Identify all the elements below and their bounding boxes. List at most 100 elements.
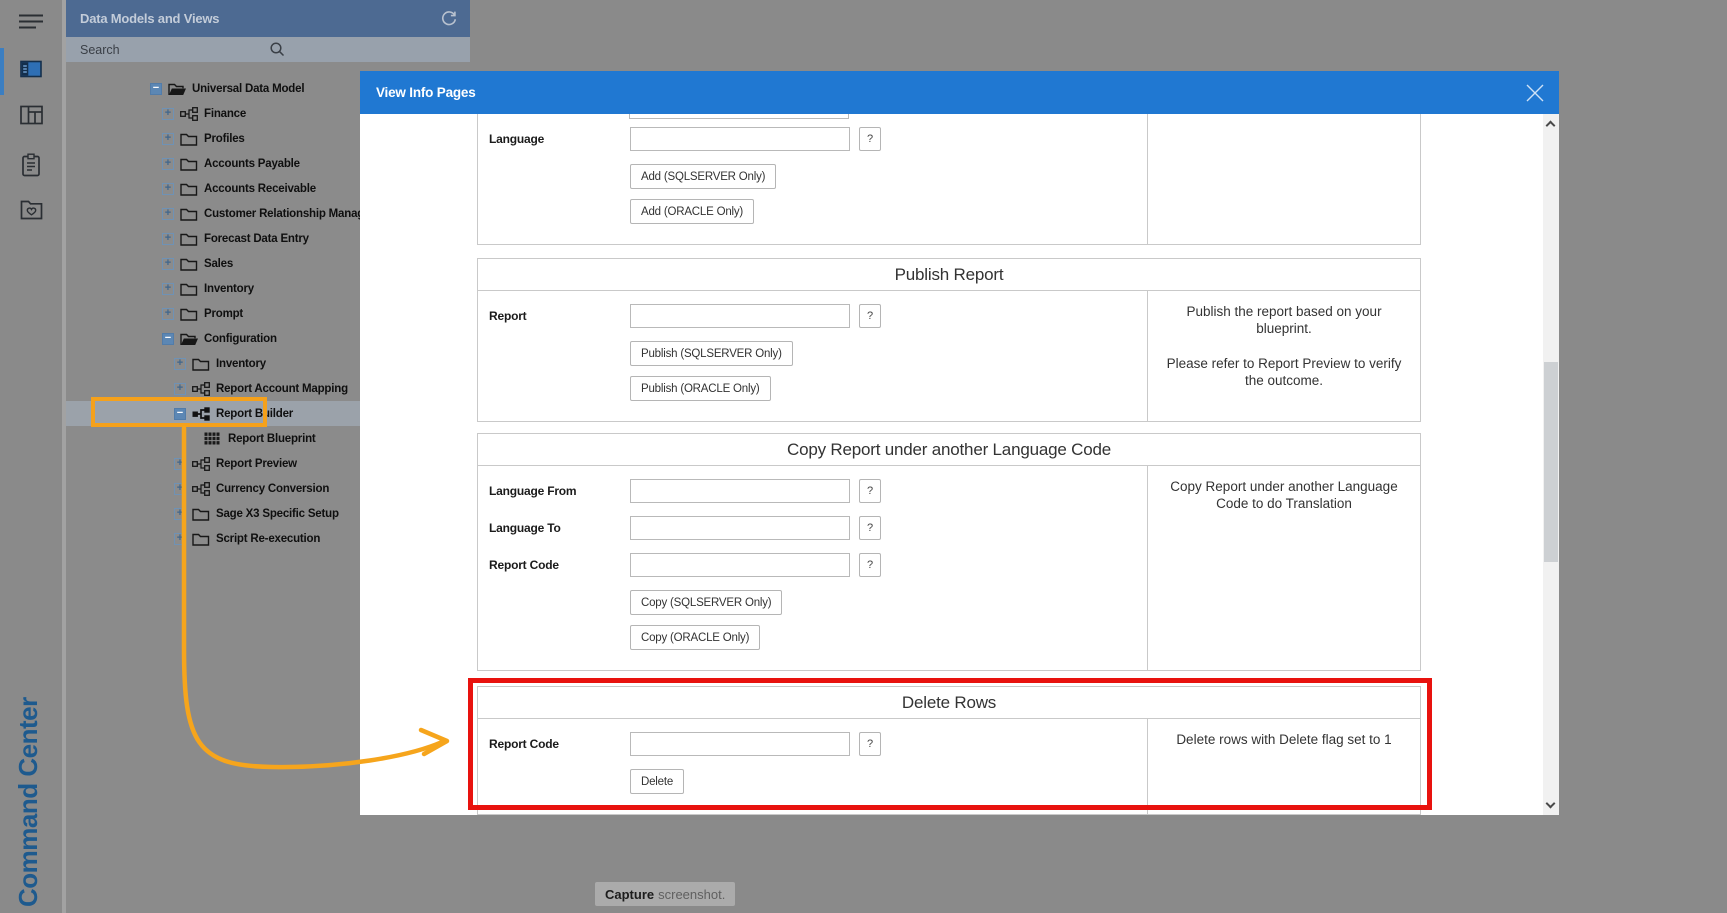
share-icon: [192, 457, 211, 471]
tree-item-label: Sales: [204, 258, 233, 270]
form-row: Report Code?: [489, 553, 1147, 577]
expand-toggle-icon[interactable]: +: [174, 358, 186, 370]
modal-title: View Info Pages: [376, 85, 1523, 100]
search-input[interactable]: Search: [66, 37, 470, 62]
help-button[interactable]: ?: [859, 553, 881, 577]
folder-icon: [192, 507, 211, 521]
folder-icon: [180, 132, 199, 146]
menu-icon[interactable]: [0, 12, 62, 32]
help-button[interactable]: ?: [859, 479, 881, 503]
icon-sidebar: Command Center: [0, 0, 66, 913]
report-code-input[interactable]: [630, 553, 850, 577]
expand-toggle-icon[interactable]: +: [162, 158, 174, 170]
tree-item-label: Accounts Receivable: [204, 183, 316, 195]
tree-item-label: Report Account Mapping: [216, 383, 348, 395]
collapse-toggle-icon[interactable]: −: [162, 333, 174, 345]
annotation-highlight-delete-rows: [468, 678, 1432, 810]
add-oracle-only-button[interactable]: Add (ORACLE Only): [630, 199, 754, 224]
expand-toggle-icon[interactable]: +: [174, 533, 186, 545]
modal-scrollbar[interactable]: [1543, 114, 1559, 815]
scroll-up-icon[interactable]: [1546, 121, 1556, 131]
section-title: Publish Report: [478, 259, 1420, 291]
help-button[interactable]: ?: [859, 304, 881, 328]
publish-sqlserver-only-button[interactable]: Publish (SQLSERVER Only): [630, 341, 793, 366]
section-description-cell: Publish the report based on your bluepri…: [1147, 291, 1420, 421]
section-description: Publish the report based on your bluepri…: [1162, 303, 1406, 337]
expand-toggle-icon[interactable]: +: [174, 508, 186, 520]
expand-toggle-icon[interactable]: +: [162, 233, 174, 245]
folder-icon: [180, 182, 199, 196]
tree-item-label: Report Preview: [216, 458, 297, 470]
tree-item-label: Sage X3 Specific Setup: [216, 508, 339, 520]
expand-toggle-icon[interactable]: +: [162, 108, 174, 120]
folder-icon: [180, 307, 199, 321]
section-description-cell: [1147, 114, 1420, 244]
tree-panel-header: Data Models and Views: [66, 0, 470, 37]
section-cut-off: Language? Add (SQLSERVER Only) Add (ORACLE…: [477, 114, 1421, 245]
expand-toggle-icon[interactable]: +: [162, 208, 174, 220]
report-input[interactable]: [630, 304, 850, 328]
add-sqlserver-only-button[interactable]: Add (SQLSERVER Only): [630, 164, 776, 189]
app-window: Command Center Data Models and Views Sea…: [0, 0, 1727, 913]
expand-toggle-icon[interactable]: +: [162, 283, 174, 295]
language-input[interactable]: [630, 127, 850, 151]
field-label: Report: [489, 304, 630, 328]
field-label: Language To: [489, 516, 630, 540]
collapse-toggle-icon[interactable]: −: [150, 83, 162, 95]
tree-item-label: Report Blueprint: [228, 433, 316, 445]
search-placeholder: Search: [80, 43, 269, 57]
folder-icon: [180, 232, 199, 246]
tree-item-label: Configuration: [204, 333, 277, 345]
expand-toggle-icon[interactable]: +: [162, 183, 174, 195]
language-from-input[interactable]: [630, 479, 850, 503]
cut-off-input[interactable]: [629, 114, 849, 119]
copy-sqlserver-only-button[interactable]: Copy (SQLSERVER Only): [630, 590, 782, 615]
expand-toggle-icon[interactable]: +: [162, 258, 174, 270]
annotation-highlight-report-builder: [91, 397, 267, 427]
modal-header: View Info Pages: [360, 71, 1559, 114]
folder-icon: [192, 357, 211, 371]
tree-item-label: Universal Data Model: [192, 83, 304, 95]
data-models-nav-icon[interactable]: [0, 60, 62, 78]
help-button[interactable]: ?: [859, 516, 881, 540]
layout-nav-icon[interactable]: [0, 105, 62, 125]
field-label: Language From: [489, 479, 630, 503]
tree-item-label: Profiles: [204, 133, 245, 145]
section-description: Copy Report under another Language Code …: [1162, 478, 1406, 512]
form-row: Language?: [489, 127, 1147, 151]
expand-toggle-icon[interactable]: +: [162, 133, 174, 145]
section-publish-report: Publish Report Report? Publish (SQLSERVER …: [477, 258, 1421, 422]
expand-toggle-icon[interactable]: +: [174, 458, 186, 470]
section-description: Please refer to Report Preview to verify…: [1162, 355, 1406, 389]
field-label: Language: [489, 127, 630, 151]
button-column: Publish (SQLSERVER Only) Publish (ORACLE …: [630, 341, 1147, 411]
clipboard-nav-icon[interactable]: [0, 153, 62, 177]
tree-item-label: Forecast Data Entry: [204, 233, 309, 245]
tree-item-label: Inventory: [216, 358, 266, 370]
expand-toggle-icon[interactable]: +: [174, 483, 186, 495]
capture-label-rest: screenshot.: [658, 887, 725, 902]
publish-oracle-only-button[interactable]: Publish (ORACLE Only): [630, 376, 771, 401]
tree-item-label: Currency Conversion: [216, 483, 329, 495]
close-icon[interactable]: [1523, 81, 1547, 105]
tree-item-label: Inventory: [204, 283, 254, 295]
capture-screenshot-button[interactable]: Capture screenshot.: [595, 882, 735, 906]
button-column: Add (SQLSERVER Only) Add (ORACLE Only): [630, 164, 1147, 234]
expand-toggle-icon[interactable]: +: [162, 308, 174, 320]
tree-panel-title: Data Models and Views: [80, 11, 440, 26]
section-description-cell: Copy Report under another Language Code …: [1147, 466, 1420, 670]
refresh-icon[interactable]: [440, 10, 458, 28]
scroll-down-icon[interactable]: [1546, 799, 1556, 809]
capture-label-bold: Capture: [605, 887, 654, 902]
expand-toggle-icon[interactable]: +: [174, 383, 186, 395]
folder-heart-nav-icon[interactable]: [0, 200, 62, 220]
copy-oracle-only-button[interactable]: Copy (ORACLE Only): [630, 625, 760, 650]
help-button[interactable]: ?: [859, 127, 881, 151]
language-to-input[interactable]: [630, 516, 850, 540]
field-label: Report Code: [489, 553, 630, 577]
share-icon: [192, 482, 211, 496]
section-copy-report-under-another-language-code: Copy Report under another Language CodeL…: [477, 433, 1421, 671]
scrollbar-thumb[interactable]: [1544, 362, 1558, 562]
button-column: Copy (SQLSERVER Only) Copy (ORACLE Only): [630, 590, 1147, 660]
section-form-cell: Language? Add (SQLSERVER Only) Add (ORACLE…: [478, 114, 1147, 244]
